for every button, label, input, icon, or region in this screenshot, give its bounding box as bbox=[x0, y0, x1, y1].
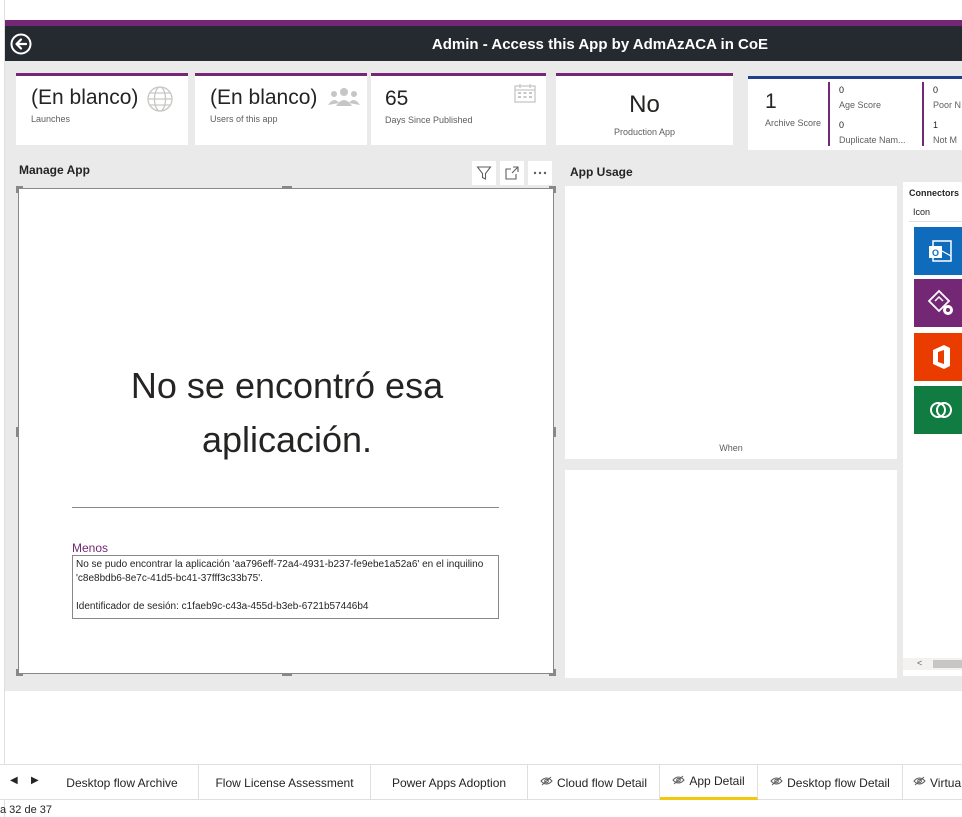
launches-value: (En blanco) bbox=[31, 86, 139, 109]
tab-label: Flow License Assessment bbox=[215, 775, 354, 790]
card-accent bbox=[556, 73, 733, 76]
divider bbox=[922, 82, 924, 146]
office-icon[interactable] bbox=[914, 333, 962, 381]
power-apps-icon[interactable] bbox=[914, 279, 962, 327]
resize-handle[interactable] bbox=[553, 669, 556, 676]
launches-card[interactable]: (En blanco) Launches bbox=[16, 73, 188, 145]
divider bbox=[828, 82, 830, 146]
app-usage-title: App Usage bbox=[570, 165, 633, 179]
people-icon bbox=[328, 88, 360, 106]
resize-handle[interactable] bbox=[282, 673, 292, 676]
poor-value: 0 bbox=[933, 85, 939, 95]
manage-app-visual[interactable]: No se encontró esa aplicación. Menos No … bbox=[16, 186, 556, 676]
tab-cloud-flow-detail[interactable]: Cloud flow Detail bbox=[528, 765, 660, 800]
tab-label: App Detail bbox=[689, 774, 745, 788]
separator bbox=[72, 507, 499, 508]
not-m-value: 1 bbox=[933, 120, 939, 130]
days-value: 65 bbox=[385, 87, 409, 110]
hidden-eye-icon bbox=[770, 776, 783, 789]
more-options-icon[interactable] bbox=[528, 161, 552, 185]
error-title: No se encontró esa aplicación. bbox=[19, 359, 555, 467]
report-viewer: Admin - Access this App by AdmAzACA in C… bbox=[0, 0, 962, 817]
svg-text:O: O bbox=[931, 248, 938, 258]
tab-label: Desktop flow Archive bbox=[66, 775, 178, 790]
scroll-left-icon[interactable]: < bbox=[917, 658, 922, 668]
poor-label: Poor N bbox=[933, 100, 962, 110]
resize-handle[interactable] bbox=[553, 186, 556, 193]
users-value: (En blanco) bbox=[210, 86, 318, 109]
card-accent bbox=[16, 73, 188, 76]
archive-label: Archive Score bbox=[765, 118, 822, 128]
scroll-thumb[interactable] bbox=[933, 660, 962, 668]
production-card[interactable]: No Production App bbox=[556, 73, 733, 145]
resize-handle[interactable] bbox=[282, 186, 292, 189]
tab-desktop-flow-detail[interactable]: Desktop flow Detail bbox=[758, 765, 903, 800]
resize-handle[interactable] bbox=[16, 669, 19, 676]
filter-icon[interactable] bbox=[472, 161, 496, 185]
title-bar: Admin - Access this App by AdmAzACA in C… bbox=[5, 26, 962, 61]
horizontal-scrollbar[interactable]: < bbox=[903, 658, 962, 670]
age-score-label: Age Score bbox=[839, 100, 882, 110]
dataverse-icon[interactable] bbox=[914, 386, 962, 434]
connectors-visual[interactable]: Connectors Icon O < bbox=[903, 182, 962, 676]
focus-mode-icon[interactable] bbox=[500, 161, 524, 185]
tab-virtual[interactable]: Virtua bbox=[903, 765, 962, 800]
card-accent bbox=[748, 76, 962, 79]
production-value: No bbox=[629, 91, 660, 118]
tab-power-apps-adoption[interactable]: Power Apps Adoption bbox=[371, 765, 528, 800]
app-usage-table[interactable] bbox=[565, 470, 897, 678]
users-label: Users of this app bbox=[210, 114, 278, 124]
connectors-title: Connectors bbox=[909, 188, 960, 198]
x-axis-label: When bbox=[719, 443, 743, 453]
error-title-line1: No se encontró esa bbox=[130, 365, 444, 406]
tab-label: Desktop flow Detail bbox=[787, 775, 890, 790]
globe-icon bbox=[147, 86, 173, 112]
manage-app-title: Manage App bbox=[19, 163, 90, 177]
page-count-status: a 32 de 37 bbox=[0, 804, 52, 816]
launches-label: Launches bbox=[31, 114, 71, 124]
archive-value: 1 bbox=[765, 90, 777, 113]
report-canvas: Admin - Access this App by AdmAzACA in C… bbox=[5, 20, 962, 691]
resize-handle[interactable] bbox=[16, 186, 19, 193]
visual-header bbox=[472, 161, 552, 185]
production-label: Production App bbox=[613, 127, 676, 137]
hidden-eye-icon bbox=[913, 776, 926, 789]
tab-desktop-flow-archive[interactable]: Desktop flow Archive bbox=[46, 765, 199, 800]
outlook-icon[interactable]: O bbox=[914, 227, 962, 275]
not-m-label: Not M bbox=[933, 135, 958, 145]
duplicate-value: 0 bbox=[839, 120, 845, 130]
page-title: Admin - Access this App by AdmAzACA in C… bbox=[431, 36, 769, 53]
tab-app-detail[interactable]: App Detail bbox=[660, 765, 758, 800]
page-tab-bar: ◀ ▶ Desktop flow Archive Flow License As… bbox=[0, 764, 962, 800]
error-details-box[interactable]: No se pudo encontrar la aplicación 'aa79… bbox=[72, 555, 499, 619]
calendar-icon bbox=[514, 84, 536, 103]
app-usage-chart[interactable]: When bbox=[565, 186, 897, 459]
less-details-link[interactable]: Menos bbox=[72, 541, 108, 555]
tab-flow-license-assessment[interactable]: Flow License Assessment bbox=[199, 765, 371, 800]
archive-score-card[interactable]: 1 Archive Score 0 Age Score 0 Duplicate … bbox=[748, 76, 962, 150]
hidden-eye-icon bbox=[540, 776, 553, 789]
error-title-line2: aplicación. bbox=[201, 419, 373, 460]
users-card[interactable]: (En blanco) Users of this app bbox=[195, 73, 367, 145]
card-accent bbox=[195, 73, 367, 76]
days-label: Days Since Published bbox=[385, 115, 473, 125]
tab-label: Power Apps Adoption bbox=[391, 775, 507, 790]
tab-label: Virtua bbox=[930, 775, 962, 790]
next-page-icon[interactable]: ▶ bbox=[31, 775, 39, 786]
age-score-value: 0 bbox=[839, 85, 845, 95]
icon-column-header[interactable]: Icon bbox=[909, 204, 962, 222]
prev-page-icon[interactable]: ◀ bbox=[10, 775, 18, 786]
days-card[interactable]: 65 Days Since Published bbox=[371, 73, 546, 145]
duplicate-label: Duplicate Nam... bbox=[839, 135, 906, 145]
card-accent bbox=[371, 73, 546, 76]
tab-label: Cloud flow Detail bbox=[556, 775, 648, 790]
hidden-eye-icon bbox=[672, 775, 685, 788]
